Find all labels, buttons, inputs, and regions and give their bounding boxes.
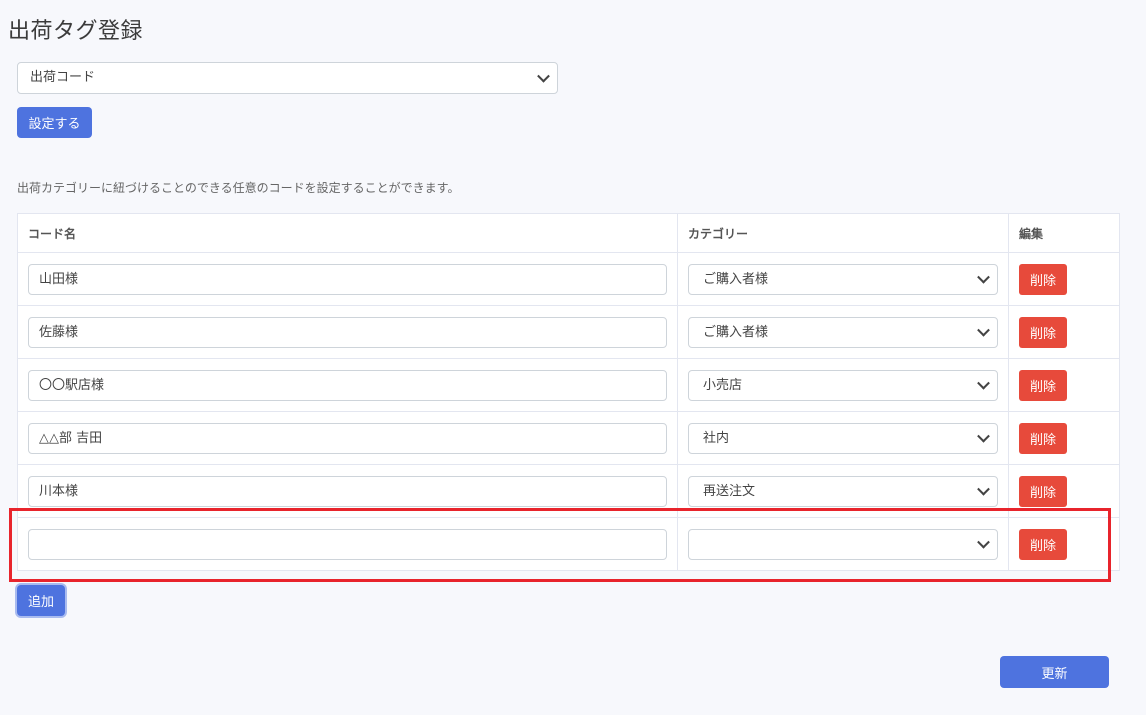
- category-select-value: ご購入者様: [703, 324, 769, 340]
- code-name-input[interactable]: [28, 528, 667, 560]
- category-select-value: 社内: [703, 430, 730, 446]
- category-select[interactable]: 再送注文: [688, 475, 998, 507]
- chevron-down-icon: [977, 482, 990, 496]
- table-row: 佐藤様 ご購入者様 削除: [17, 305, 1120, 359]
- code-name-input[interactable]: 佐藤様: [28, 316, 667, 348]
- code-name-input[interactable]: 山田様: [28, 263, 667, 295]
- chevron-down-icon: [537, 69, 550, 83]
- table-row: 川本様 再送注文 削除: [17, 464, 1120, 518]
- header-code-name: コード名: [17, 213, 678, 253]
- category-select[interactable]: ご購入者様: [688, 316, 998, 348]
- chevron-down-icon: [977, 376, 990, 390]
- add-button[interactable]: 追加: [17, 585, 65, 616]
- description-text: 出荷カテゴリーに紐づけることのできる任意のコードを設定することができます。: [17, 181, 460, 195]
- page-title: 出荷タグ登録: [8, 19, 144, 44]
- chevron-down-icon: [977, 429, 990, 443]
- table-row: △△部 吉田 社内 削除: [17, 411, 1120, 465]
- category-select-value: 再送注文: [703, 483, 756, 499]
- code-type-select-value: 出荷コード: [30, 70, 96, 85]
- category-select[interactable]: [688, 528, 998, 560]
- table-row: 山田様 ご購入者様 削除: [17, 252, 1120, 306]
- chevron-down-icon: [977, 323, 990, 337]
- table-row-new: 削除: [17, 517, 1120, 571]
- delete-button[interactable]: 削除: [1019, 475, 1067, 507]
- code-name-input[interactable]: △△部 吉田: [28, 422, 667, 454]
- category-select[interactable]: 社内: [688, 422, 998, 454]
- header-category: カテゴリー: [677, 213, 1009, 253]
- delete-button[interactable]: 削除: [1019, 263, 1067, 295]
- code-type-select[interactable]: 出荷コード: [17, 62, 558, 94]
- delete-button[interactable]: 削除: [1019, 422, 1067, 454]
- code-name-input[interactable]: 川本様: [28, 475, 667, 507]
- update-button[interactable]: 更新: [1000, 656, 1109, 688]
- header-edit: 編集: [1008, 213, 1120, 253]
- chevron-down-icon: [977, 270, 990, 284]
- category-select[interactable]: ご購入者様: [688, 263, 998, 295]
- table-header-row: コード名 カテゴリー 編集: [17, 213, 1120, 253]
- category-select-value: 小売店: [703, 377, 743, 393]
- code-name-input[interactable]: 〇〇駅店様: [28, 369, 667, 401]
- chevron-down-icon: [977, 535, 990, 549]
- table-row: 〇〇駅店様 小売店 削除: [17, 358, 1120, 412]
- category-select-value: ご購入者様: [703, 271, 769, 287]
- delete-button[interactable]: 削除: [1019, 528, 1067, 560]
- delete-button[interactable]: 削除: [1019, 316, 1067, 348]
- category-select[interactable]: 小売店: [688, 369, 998, 401]
- delete-button[interactable]: 削除: [1019, 369, 1067, 401]
- set-button[interactable]: 設定する: [17, 107, 92, 138]
- tag-table: コード名 カテゴリー 編集 山田様 ご購入者様 削除 佐藤様 ご購入者様 削除 …: [17, 213, 1120, 571]
